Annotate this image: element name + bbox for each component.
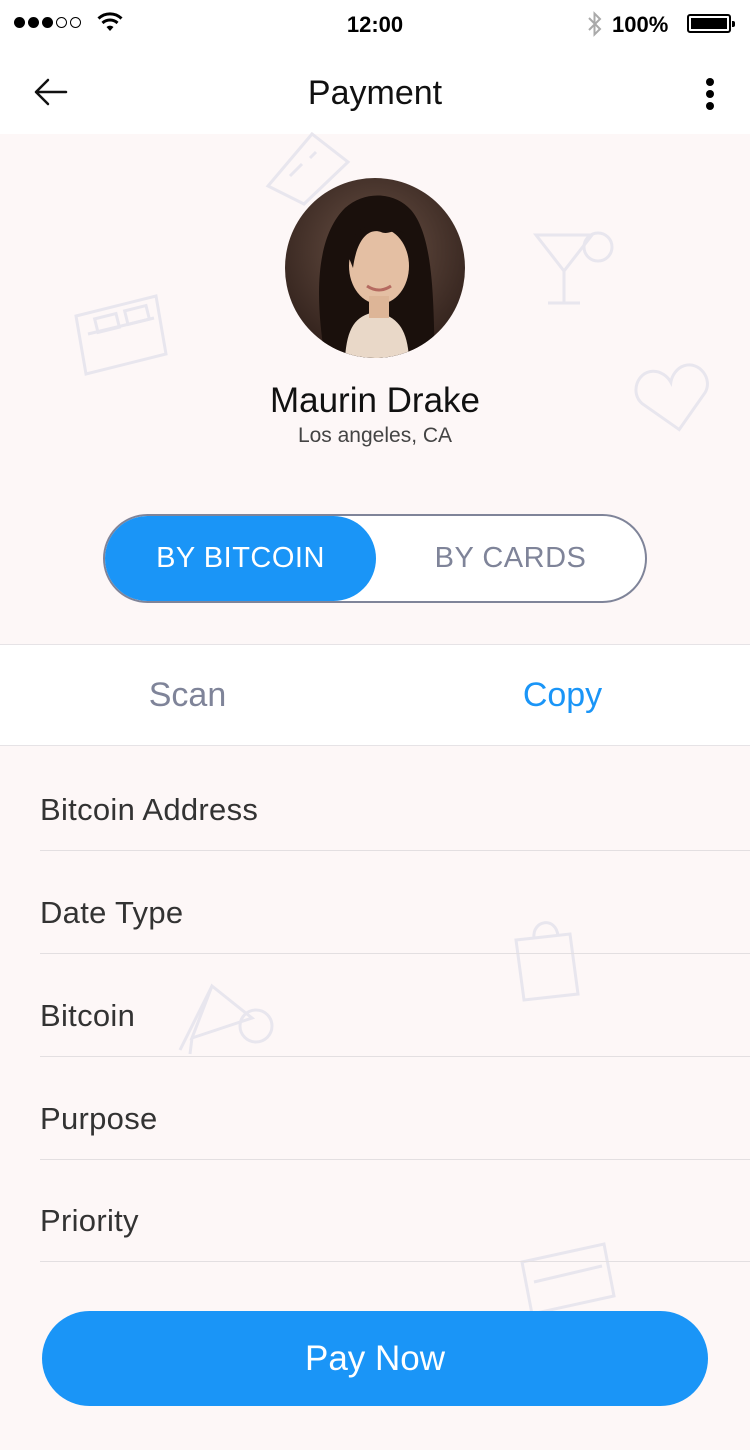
bitcoin-address-label: Bitcoin Address — [40, 792, 259, 827]
date-type-label: Date Type — [40, 895, 184, 930]
profile-name: Maurin Drake — [269, 381, 481, 420]
date-type-field[interactable]: Date Type — [40, 851, 750, 954]
priority-field[interactable]: Priority — [40, 1159, 750, 1262]
by-bitcoin-option[interactable]: BY BITCOIN — [105, 516, 376, 601]
navigation-bar: Payment — [0, 50, 750, 134]
more-vertical-icon[interactable] — [694, 74, 726, 114]
bitcoin-amount-field[interactable]: Bitcoin — [40, 954, 750, 1057]
avatar — [285, 178, 465, 358]
battery-icon — [687, 14, 735, 33]
profile-location: Los angeles, CA — [297, 424, 453, 447]
tab-copy[interactable]: Copy — [375, 645, 750, 745]
payment-method-toggle: BY BITCOIN BY CARDS — [103, 514, 647, 603]
status-bar: 12:00 100% — [0, 0, 750, 50]
bed-doodle-icon — [74, 294, 168, 376]
purpose-field[interactable]: Purpose — [40, 1057, 750, 1160]
priority-label: Priority — [40, 1203, 139, 1238]
page-title: Payment — [307, 74, 443, 112]
bitcoin-address-field[interactable]: Bitcoin Address — [40, 748, 750, 851]
purpose-label: Purpose — [40, 1101, 158, 1136]
bitcoin-label: Bitcoin — [40, 998, 136, 1033]
tab-scan[interactable]: Scan — [0, 645, 375, 745]
by-cards-option[interactable]: BY CARDS — [376, 516, 645, 601]
scan-copy-tabs: Scan Copy — [0, 644, 750, 746]
cocktail-doodle-icon — [532, 231, 614, 305]
battery-percentage: 100% — [612, 12, 669, 37]
pay-now-button[interactable]: Pay Now — [42, 1311, 708, 1406]
bluetooth-icon — [588, 11, 602, 37]
